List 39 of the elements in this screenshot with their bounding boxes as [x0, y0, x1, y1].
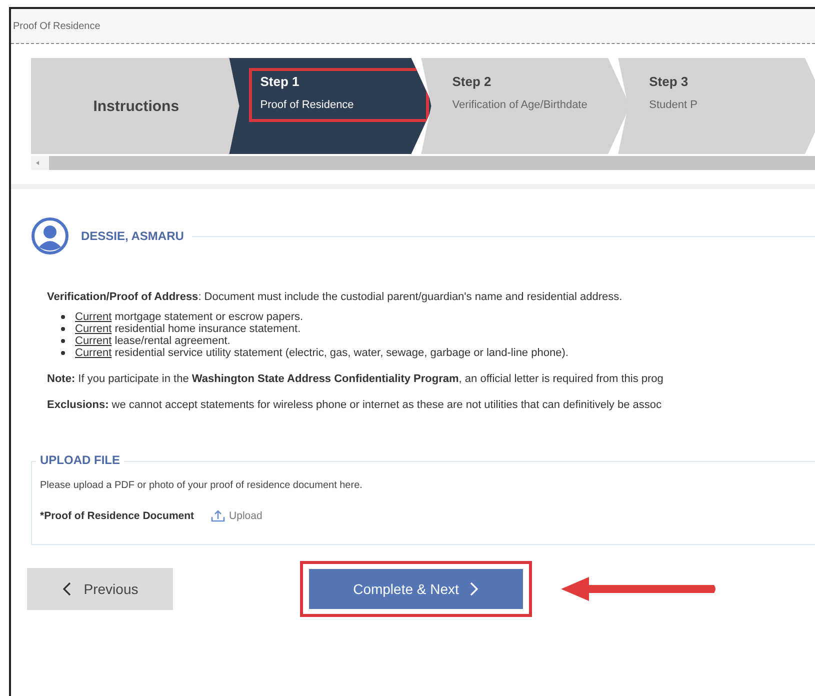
- requirement-text: Current residential home insurance statement.: [75, 323, 301, 335]
- chevron-right-icon: [468, 582, 479, 596]
- step-tab[interactable]: Instructions: [31, 58, 242, 154]
- step-tab[interactable]: Step 3 Student P: [618, 58, 815, 154]
- upload-icon: [210, 509, 226, 523]
- previous-button[interactable]: Previous: [27, 568, 173, 610]
- exclusions-text: Exclusions: we cannot accept statements for wireless phone or internet as these are not utilities that can definitively be assoc: [47, 399, 662, 411]
- step-tab[interactable]: Step 2 Verification of Age/Birthdate: [421, 58, 630, 154]
- address-requirements-text: Verification/Proof of Address: Document must include the custodial parent/guardian's name and residential address.: [47, 291, 624, 303]
- step-label: Verification of Age/Birthdate: [452, 99, 588, 111]
- bullet-icon: [61, 351, 65, 355]
- avatar-icon: [31, 217, 69, 255]
- requirement-text: Current lease/rental agreement.: [75, 335, 230, 347]
- bullet-icon: [61, 327, 65, 331]
- current-link[interactable]: Current: [75, 335, 112, 347]
- step-label: Proof of Residence: [260, 99, 354, 111]
- chevron-left-icon: [62, 582, 72, 596]
- student-name: DESSIE, ASMARU: [81, 229, 184, 243]
- document-label: *Proof of Residence Document: [40, 510, 194, 522]
- note-text: Note: If you participate in the Washington State Address Confidentiality Program, an official letter is required from this prog: [47, 373, 664, 385]
- current-link[interactable]: Current: [75, 323, 112, 335]
- current-link[interactable]: Current: [75, 311, 112, 323]
- step-tab[interactable]: Step 1 Proof of Residence: [229, 58, 434, 154]
- requirement-text: Current mortgage statement or escrow papers.: [75, 311, 304, 323]
- requirement-text: Current residential service utility statement (electric, gas, water, sewage, garbage or land-line phone).: [75, 347, 568, 359]
- complete-next-button[interactable]: Complete & Next: [309, 569, 523, 609]
- step-label: Student P: [649, 99, 698, 111]
- step-number: Step 2: [452, 74, 492, 89]
- step-number: Step 3: [649, 74, 688, 89]
- scroll-left-icon[interactable]: [35, 160, 41, 166]
- step-number: Step 1: [260, 74, 300, 89]
- bullet-icon: [61, 339, 65, 343]
- instructions-label: Instructions: [93, 98, 180, 114]
- upload-legend: UPLOAD FILE: [36, 453, 124, 467]
- upload-instructions: Please upload a PDF or photo of your proof of residence document here.: [40, 480, 364, 491]
- current-link[interactable]: Current: [75, 347, 112, 359]
- window-title: Proof Of Residence: [13, 20, 100, 32]
- bullet-icon: [61, 315, 65, 319]
- upload-button[interactable]: Upload: [210, 509, 262, 523]
